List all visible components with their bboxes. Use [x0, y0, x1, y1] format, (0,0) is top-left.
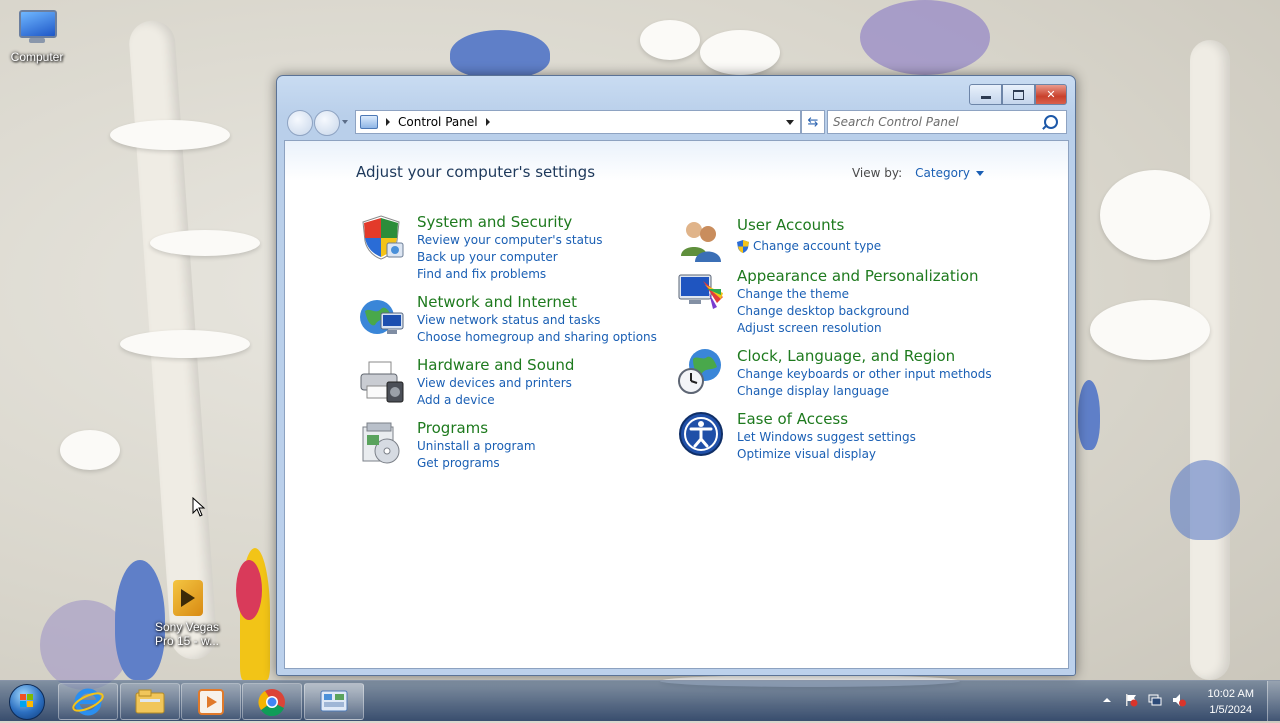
chevron-down-icon[interactable]: [976, 171, 984, 176]
category-link[interactable]: Change account type: [737, 238, 881, 255]
view-by: View by: Category: [852, 166, 984, 180]
windows-logo-icon: [9, 684, 45, 720]
back-button[interactable]: [287, 110, 313, 136]
category-link[interactable]: Get programs: [417, 455, 536, 472]
category-link[interactable]: Change the theme: [737, 286, 979, 303]
appearance-icon[interactable]: [677, 267, 725, 315]
close-button[interactable]: ✕: [1035, 84, 1067, 105]
category-link[interactable]: Uninstall a program: [417, 438, 536, 455]
action-center-flag-icon[interactable]: [1124, 693, 1138, 707]
category-title[interactable]: User Accounts: [737, 216, 881, 235]
minimize-button[interactable]: [969, 84, 1002, 105]
media-player-icon: [198, 689, 224, 715]
address-dropdown-icon[interactable]: [786, 120, 794, 125]
close-icon: ✕: [1046, 88, 1056, 101]
category-title[interactable]: Programs: [417, 419, 536, 438]
category-link[interactable]: Change keyboards or other input methods: [737, 366, 992, 383]
printer-icon[interactable]: [357, 356, 405, 404]
taskbar-chrome[interactable]: [242, 683, 302, 720]
search-icon[interactable]: [1044, 115, 1058, 129]
ease-of-access-icon[interactable]: [677, 410, 725, 458]
content-pane: Adjust your computer's settings View by:…: [284, 140, 1069, 669]
shield-icon[interactable]: [357, 213, 405, 261]
taskbar-media-player[interactable]: [181, 683, 241, 720]
network-tray-icon[interactable]: [1148, 693, 1162, 707]
forward-button[interactable]: [314, 110, 340, 136]
system-tray: 10:02 AM 1/5/2024: [1090, 681, 1280, 721]
category-link[interactable]: View network status and tasks: [417, 312, 657, 329]
category-link[interactable]: Find and fix problems: [417, 266, 603, 283]
maximize-icon: [1013, 89, 1024, 100]
category-link[interactable]: Adjust screen resolution: [737, 320, 979, 337]
search-box[interactable]: [827, 110, 1067, 134]
clock-time: 10:02 AM: [1207, 688, 1254, 700]
taskbar-control-panel[interactable]: [304, 683, 364, 720]
show-desktop-button[interactable]: [1267, 681, 1280, 721]
minimize-icon: [980, 95, 991, 99]
category-link[interactable]: Change desktop background: [737, 303, 979, 320]
computer-icon: [15, 8, 59, 46]
window-controls: ✕: [969, 84, 1067, 105]
breadcrumb-control-panel[interactable]: Control Panel: [398, 115, 478, 129]
programs-icon[interactable]: [357, 419, 405, 467]
chrome-icon: [258, 689, 285, 717]
category-link[interactable]: Add a device: [417, 392, 574, 409]
page-title: Adjust your computer's settings: [356, 163, 596, 181]
maximize-button[interactable]: [1002, 84, 1035, 105]
mouse-cursor-icon: [192, 497, 206, 517]
taskbar-file-explorer[interactable]: [120, 683, 180, 720]
control-panel-icon: [360, 115, 378, 129]
category-title[interactable]: Appearance and Personalization: [737, 267, 979, 286]
control-panel-window: ✕ Control Panel ⇆ Adjust your computer's…: [276, 75, 1076, 676]
address-bar[interactable]: Control Panel: [355, 110, 801, 134]
category-link-text: Change account type: [753, 239, 882, 253]
breadcrumb-chevron-icon[interactable]: [386, 118, 390, 126]
navigation-bar: Control Panel ⇆: [285, 109, 1067, 136]
category-title[interactable]: Network and Internet: [417, 293, 657, 312]
category-title[interactable]: Hardware and Sound: [417, 356, 574, 375]
taskbar-clock[interactable]: 10:02 AM 1/5/2024: [1208, 686, 1254, 718]
category-link[interactable]: View devices and printers: [417, 375, 574, 392]
taskbar: 10:02 AM 1/5/2024: [0, 680, 1280, 721]
internet-explorer-icon: [72, 688, 104, 716]
clock-date: 1/5/2024: [1209, 704, 1253, 716]
search-input[interactable]: [828, 112, 1044, 132]
recent-pages-dropdown[interactable]: [342, 120, 348, 124]
desktop-icon-label: Computer: [10, 50, 64, 64]
category-link[interactable]: Optimize visual display: [737, 446, 916, 463]
uac-shield-icon: [737, 240, 749, 253]
breadcrumb-chevron-icon[interactable]: [485, 118, 490, 126]
category-title[interactable]: Ease of Access: [737, 410, 916, 429]
desktop-icon-label: Sony Vegas Pro 15 - w...: [154, 620, 220, 648]
category-link[interactable]: Change display language: [737, 383, 992, 400]
refresh-icon: ⇆: [807, 114, 819, 130]
desktop-icon-sony-vegas[interactable]: Sony Vegas Pro 15 - w...: [146, 578, 228, 648]
category-link[interactable]: Back up your computer: [417, 249, 603, 266]
control-panel-icon: [320, 690, 348, 712]
category-link[interactable]: Choose homegroup and sharing options: [417, 329, 657, 346]
users-icon[interactable]: [677, 216, 725, 264]
show-hidden-icons-icon[interactable]: [1100, 693, 1114, 707]
view-by-label: View by:: [851, 166, 903, 180]
sony-vegas-icon: [165, 578, 209, 616]
category-title[interactable]: Clock, Language, and Region: [737, 347, 992, 366]
category-title[interactable]: System and Security: [417, 213, 603, 232]
refresh-button[interactable]: ⇆: [801, 110, 825, 134]
volume-muted-icon[interactable]: [1172, 693, 1186, 707]
desktop-icon-computer[interactable]: Computer: [0, 8, 77, 64]
network-icon[interactable]: [357, 293, 405, 341]
category-link[interactable]: Let Windows suggest settings: [737, 429, 916, 446]
clock-globe-icon[interactable]: [677, 347, 725, 395]
view-by-dropdown[interactable]: Category: [915, 166, 970, 180]
start-button[interactable]: [3, 682, 49, 720]
category-link[interactable]: Review your computer's status: [417, 232, 603, 249]
taskbar-internet-explorer[interactable]: [58, 683, 118, 720]
file-explorer-icon: [135, 689, 165, 714]
